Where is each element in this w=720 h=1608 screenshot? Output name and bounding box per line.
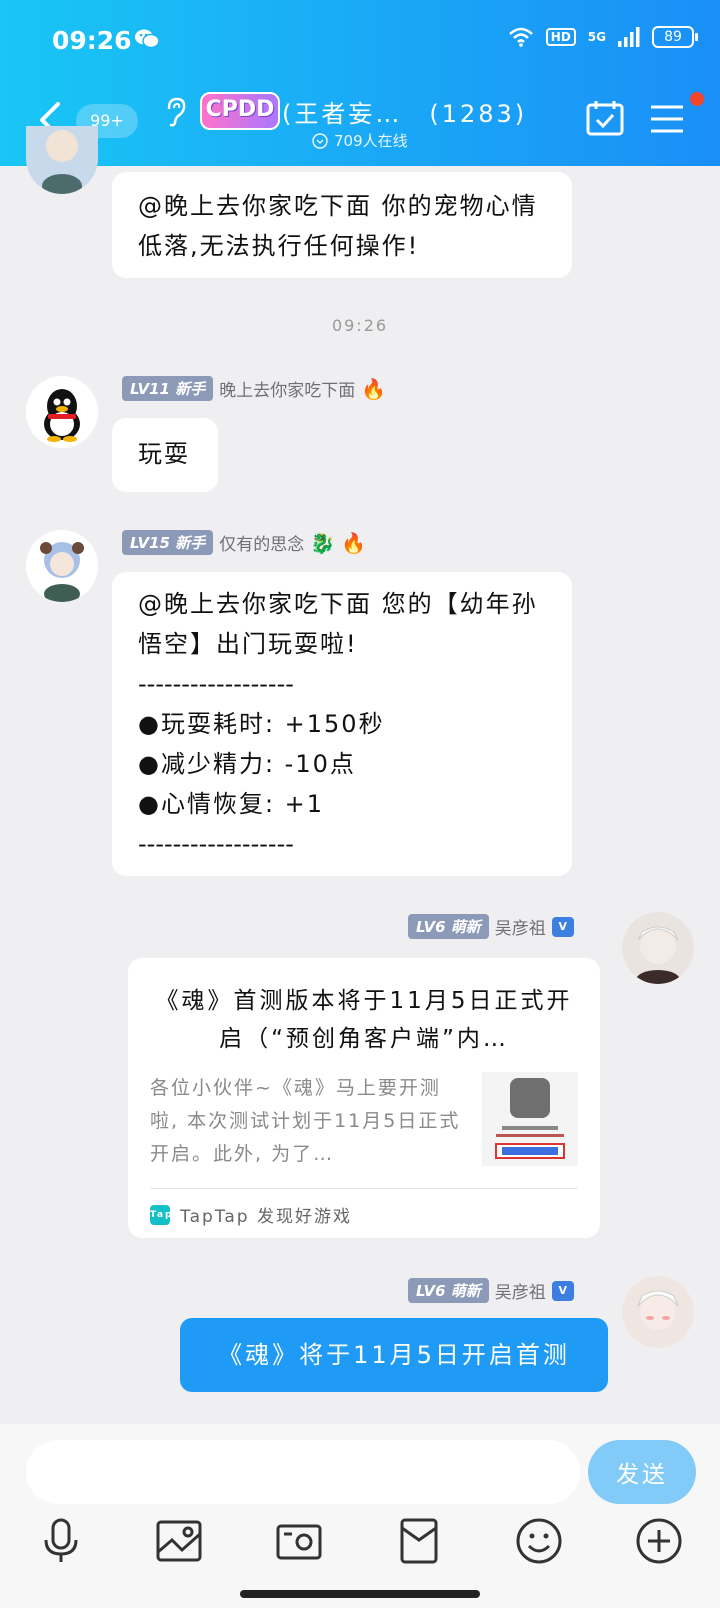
level-badge: LV15 新手	[122, 530, 214, 555]
status-icons: HD 5G 89	[508, 26, 698, 48]
online-count-label: 709人在线	[334, 132, 408, 150]
card-source: Tap TapTap 发现好游戏	[150, 1202, 352, 1227]
separator-line: ------------------	[138, 670, 294, 698]
message-bubble: @晚上去你家吃下面 你的宠物心情低落,无法执行任何操作!	[112, 172, 572, 278]
sender-meta: LV6 萌新 吴彦祖 V	[408, 914, 574, 939]
my-avatar[interactable]	[622, 912, 694, 984]
ear-icon[interactable]	[162, 96, 188, 128]
avatar[interactable]	[26, 530, 98, 602]
avatar[interactable]	[26, 376, 98, 448]
message-input[interactable]	[26, 1440, 580, 1504]
my-message-bubble: 《魂》将于11月5日开启首测	[180, 1318, 608, 1392]
sender-meta: LV6 萌新 吴彦祖 V	[408, 1278, 574, 1303]
card-title: 《魂》首测版本将于11月5日正式开启（“预创角客户端”内…	[155, 988, 573, 1052]
group-title[interactable]: (王者妄… (1283)	[282, 94, 527, 129]
group-logo: CPDD	[200, 92, 280, 130]
message-bubble: 玩耍	[112, 418, 218, 492]
card-description: 各位小伙伴~《魂》马上要开测啦, 本次测试计划于11月5日正式开启。此外, 为了…	[150, 1077, 461, 1165]
card-source-label: TapTap 发现好游戏	[180, 1207, 352, 1227]
online-count: 709人在线	[312, 130, 408, 151]
sender-meta: LV11 新手 晚上去你家吃下面 🔥	[122, 376, 386, 401]
image-icon[interactable]	[154, 1516, 204, 1566]
emoji-icon[interactable]	[514, 1516, 564, 1566]
send-button[interactable]: 发送	[588, 1440, 696, 1504]
stat-line: ●心情恢复: +1	[138, 790, 325, 818]
card-divider	[150, 1188, 578, 1189]
status-time: 09:26	[52, 26, 132, 55]
time-separator: 09:26	[331, 316, 389, 335]
level-badge: LV6 萌新	[408, 1278, 489, 1303]
qq-penguin-icon	[26, 376, 98, 448]
sender-name[interactable]: 仅有的思念	[219, 530, 304, 555]
red-packet-icon[interactable]	[394, 1516, 444, 1566]
calendar-check-icon[interactable]	[586, 100, 624, 136]
taptap-icon: Tap	[150, 1204, 172, 1225]
input-bar: 发送	[0, 1424, 720, 1608]
message-bubble: @晚上去你家吃下面 您的【幼年孙悟空】出门玩耍啦! --------------…	[112, 572, 572, 876]
vip-badge-icon: V	[551, 1280, 574, 1301]
level-badge: LV11 新手	[122, 376, 214, 401]
dragon-icon: 🐉	[310, 530, 336, 555]
sender-name[interactable]: 吴彦祖	[495, 1278, 546, 1303]
home-indicator[interactable]	[240, 1590, 480, 1598]
vip-badge-icon: V	[551, 916, 574, 937]
separator-line: ------------------	[138, 830, 294, 858]
chat-header: 09:26 HD 5G 89 99+ CPDD (王者妄… (1283) 709…	[0, 0, 720, 166]
message-text: @晚上去你家吃下面 你的宠物心情低落,无法执行任何操作!	[138, 192, 538, 260]
camera-icon[interactable]	[274, 1516, 324, 1566]
plus-icon[interactable]	[634, 1516, 684, 1566]
share-card[interactable]: 《魂》首测版本将于11月5日正式开启（“预创角客户端”内… 各位小伙伴~《魂》马…	[128, 958, 600, 1238]
sender-name[interactable]: 吴彦祖	[495, 914, 546, 939]
card-thumbnail	[482, 1072, 578, 1166]
my-avatar[interactable]	[622, 1276, 694, 1348]
sender-meta: LV15 新手 仅有的思念 🐉 🔥	[122, 530, 366, 555]
notification-dot	[690, 92, 704, 106]
signal-icon	[618, 27, 640, 47]
fire-icon: 🔥	[341, 530, 367, 555]
battery-icon: 89	[652, 26, 698, 48]
microphone-icon[interactable]	[36, 1516, 86, 1566]
message-text: 玩耍	[138, 440, 190, 468]
wifi-icon	[508, 27, 533, 47]
wechat-icon	[135, 29, 160, 49]
hd-badge: HD	[545, 28, 576, 46]
avatar[interactable]	[26, 126, 98, 194]
fire-icon: 🔥	[361, 376, 387, 401]
message-text: @晚上去你家吃下面 您的【幼年孙悟空】出门玩耍啦!	[138, 590, 538, 658]
chevron-down-icon	[312, 132, 328, 149]
sender-name[interactable]: 晚上去你家吃下面	[219, 376, 355, 401]
stat-line: ●玩耍耗时: +150秒	[138, 710, 385, 738]
stat-line: ●减少精力: -10点	[138, 750, 356, 778]
level-badge: LV6 萌新	[408, 914, 489, 939]
network-label: 5G	[587, 30, 606, 44]
menu-icon[interactable]	[650, 104, 684, 134]
